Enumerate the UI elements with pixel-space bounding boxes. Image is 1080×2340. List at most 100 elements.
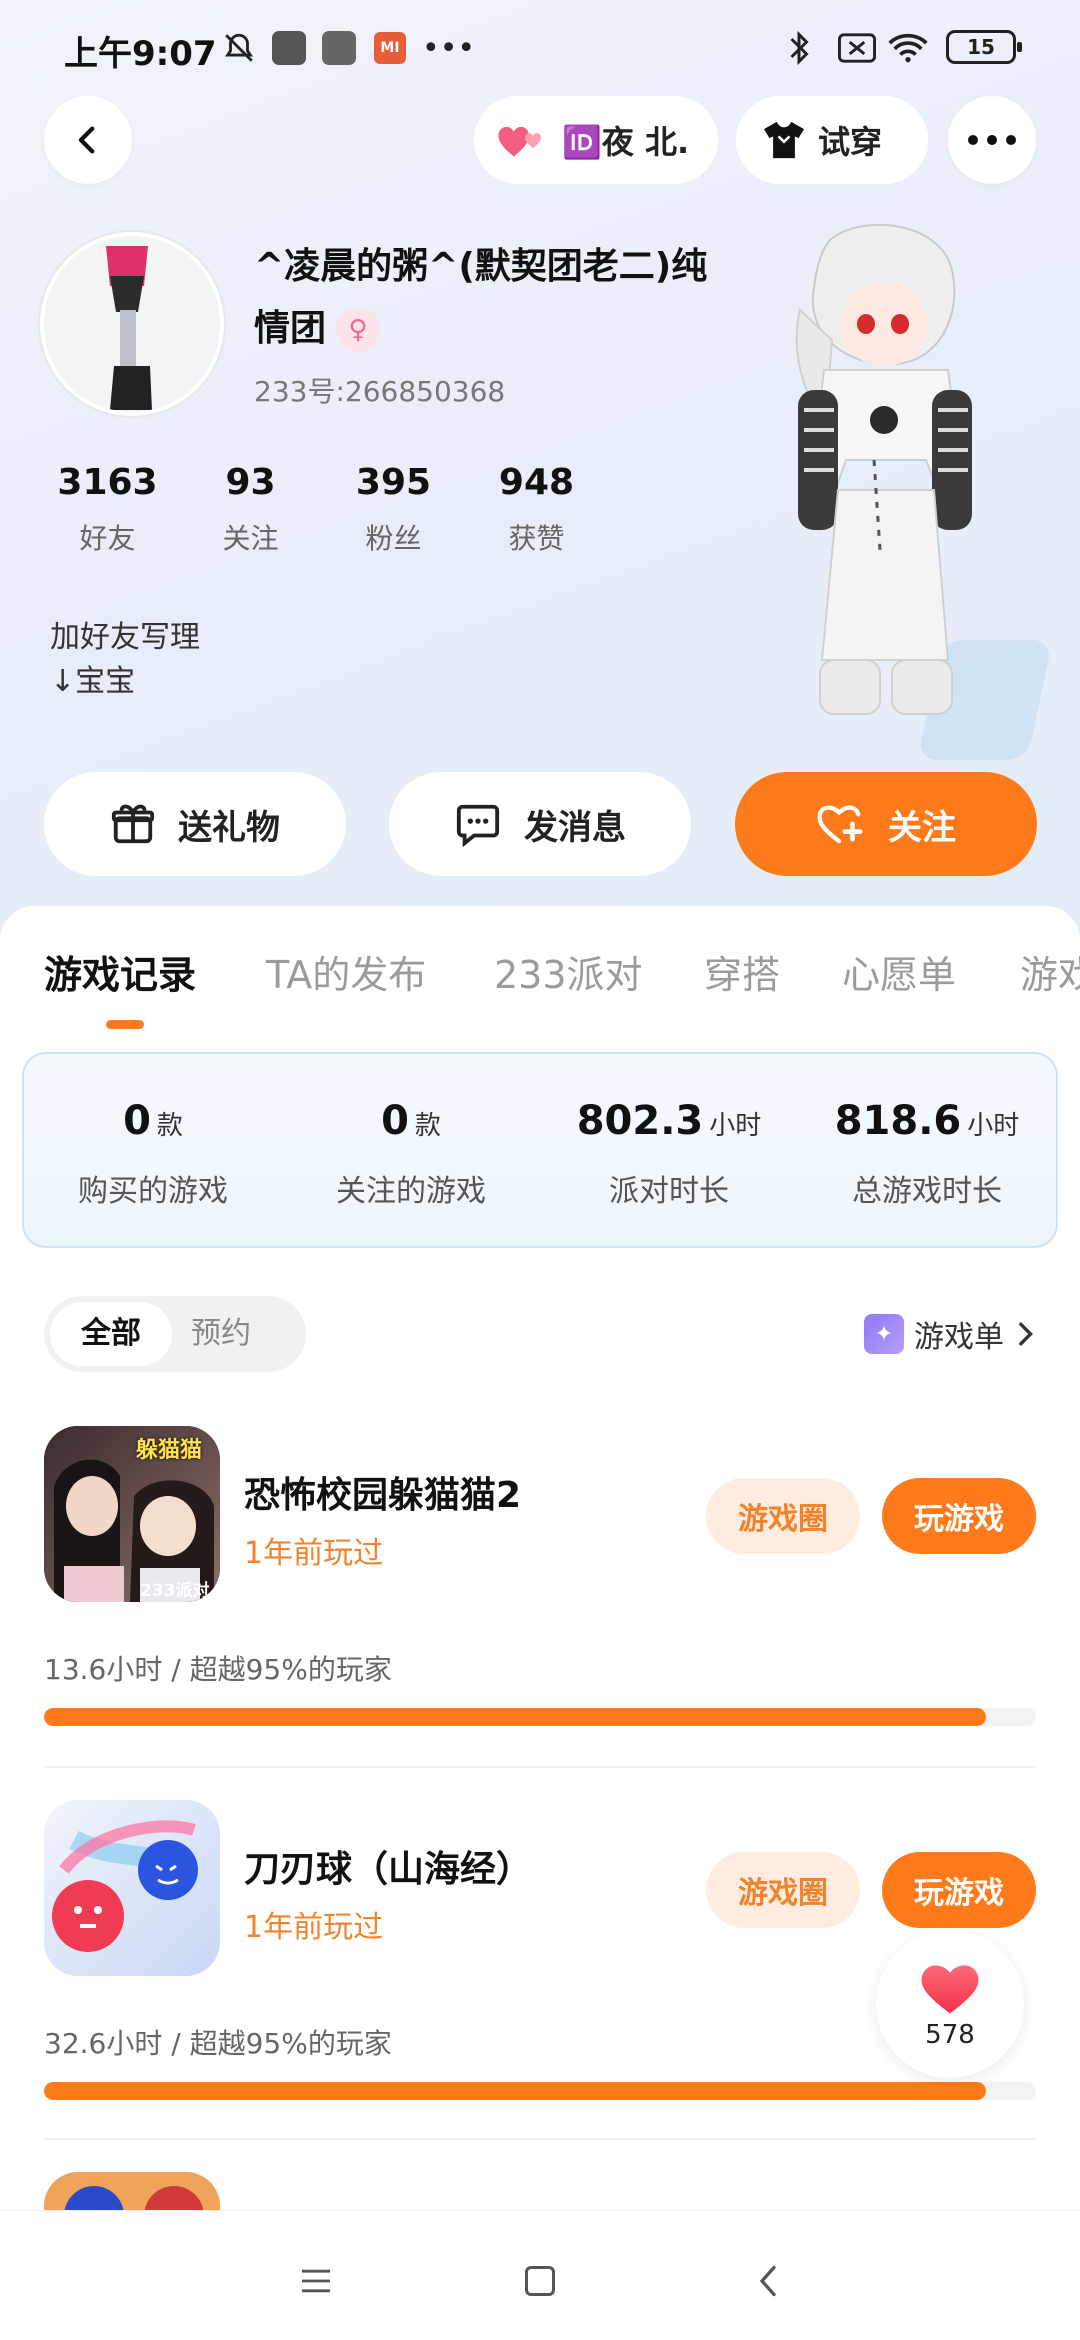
summary-label: 派对时长 xyxy=(609,1174,729,1209)
summary-unit: 小时 xyxy=(967,1111,1020,1141)
tab-games[interactable]: 游戏 xyxy=(1020,944,1080,999)
game-playtime-stat: 32.6小时 / 超越95%的玩家 xyxy=(44,2027,392,2060)
profile-nickname-block: ^凌晨的粥^(默契团老二)纯情团 ♀ xyxy=(254,236,734,360)
follow-label: 关注 xyxy=(888,807,956,848)
active-tab-indicator xyxy=(106,1020,144,1029)
progress-fill xyxy=(44,1708,987,1726)
stat-value: 3163 xyxy=(57,462,158,503)
gift-icon xyxy=(111,804,155,844)
female-gender-icon: ♀ xyxy=(336,308,381,352)
profile-uid: 233号:266850368 xyxy=(254,375,506,408)
stat-label: 好友 xyxy=(79,522,136,555)
avatar[interactable] xyxy=(40,232,224,416)
home-square-icon xyxy=(525,2266,555,2296)
play-game-button[interactable]: 玩游戏 xyxy=(882,1852,1036,1928)
battery-indicator: 15 xyxy=(946,30,1022,64)
profile-tabs: 游戏记录 TA的发布 233派对 穿搭 心愿单 游戏 xyxy=(0,944,1080,1024)
progress-fill xyxy=(44,2082,987,2100)
summary-label: 关注的游戏 xyxy=(336,1174,486,1209)
game-circle-button[interactable]: 游戏圈 xyxy=(706,1478,860,1554)
game-icon-sub: 233派对 xyxy=(140,1581,210,1601)
avatar-image xyxy=(44,236,220,412)
summary-followed-games: 0款 关注的游戏 xyxy=(282,1054,540,1246)
friend-tag-label: 🆔夜 北. xyxy=(562,123,690,161)
avatar-3d-figure[interactable] xyxy=(760,220,1000,740)
game-summary-card: 0款 购买的游戏 0款 关注的游戏 802.3 小时 派对时长 818.6 小时 总… xyxy=(22,1052,1058,1248)
summary-total-hours: 818.6 小时 总游戏时长 xyxy=(798,1054,1056,1246)
play-game-button[interactable]: 玩游戏 xyxy=(882,1478,1036,1554)
summary-label: 总游戏时长 xyxy=(852,1174,1002,1209)
summary-value: 818.6 xyxy=(834,1098,962,1144)
more-dots-icon xyxy=(968,135,1016,145)
tshirt-icon xyxy=(764,121,804,159)
bluetooth-icon xyxy=(786,30,812,66)
summary-purchased-games: 0款 购买的游戏 xyxy=(24,1054,282,1246)
heart-plus-icon xyxy=(817,805,863,844)
summary-value: 802.3 xyxy=(576,1098,704,1144)
game-name[interactable]: 恐怖校园躲猫猫2 xyxy=(244,1466,521,1518)
game-name[interactable]: 刀刃球（山海经） xyxy=(244,1840,532,1892)
friend-tag-pill[interactable]: 🆔夜 北. xyxy=(474,96,718,184)
list-divider xyxy=(44,1766,1036,1768)
tab-outfits[interactable]: 穿搭 xyxy=(704,944,780,999)
summary-value: 0 xyxy=(381,1098,409,1144)
game-icon[interactable]: 躲猫猫 233派对 xyxy=(44,1426,220,1602)
stat-followers[interactable]: 395 粉丝 xyxy=(322,462,465,557)
profile-stats: 3163 好友 93 关注 395 粉丝 948 获赞 xyxy=(36,462,608,557)
status-time: 上午9:07 xyxy=(64,34,217,74)
system-back-button[interactable] xyxy=(738,2251,798,2311)
recent-apps-button[interactable] xyxy=(286,2251,346,2311)
follow-button[interactable]: 关注 xyxy=(735,772,1037,876)
game-list-link[interactable]: ✦ 游戏单 xyxy=(864,1312,1036,1356)
filter-reserved[interactable]: 预约 xyxy=(160,1302,282,1366)
sim-card-icon xyxy=(838,30,876,66)
chat-bubble-icon xyxy=(456,804,500,847)
try-on-button[interactable]: 试穿 xyxy=(736,96,928,184)
stat-likes[interactable]: 948 获赞 xyxy=(465,462,608,557)
wifi-icon xyxy=(888,30,928,66)
mi-store-icon xyxy=(322,30,356,66)
floating-like-button[interactable]: 578 xyxy=(876,1930,1024,2078)
stat-friends[interactable]: 3163 好友 xyxy=(36,462,179,557)
tab-game-records[interactable]: 游戏记录 xyxy=(44,944,196,999)
menu-lines-icon xyxy=(302,2269,330,2293)
game-item: 躲猫猫 233派对 恐怖校园躲猫猫2 1年前玩过 游戏圈 玩游戏 13.6小时 … xyxy=(0,1426,1080,1786)
mi-app-icon: MI xyxy=(374,30,406,66)
tab-wishlist[interactable]: 心愿单 xyxy=(842,944,956,999)
chevron-left-icon xyxy=(78,126,95,154)
game-last-played: 1年前玩过 xyxy=(244,1910,384,1945)
tab-233-party[interactable]: 233派对 xyxy=(494,944,643,999)
tab-posts[interactable]: TA的发布 xyxy=(266,944,426,999)
back-button[interactable] xyxy=(44,96,132,184)
send-gift-button[interactable]: 送礼物 xyxy=(44,772,346,876)
back-triangle-icon xyxy=(759,2265,776,2297)
hearts-icon xyxy=(498,126,541,157)
system-navigation-bar xyxy=(0,2210,1080,2340)
summary-party-hours: 802.3 小时 派对时长 xyxy=(540,1054,798,1246)
stat-value: 93 xyxy=(225,462,276,503)
like-count: 578 xyxy=(925,2020,975,2050)
game-icon[interactable] xyxy=(44,1800,220,1976)
game-playtime-stat: 13.6小时 / 超越95%的玩家 xyxy=(44,1653,392,1686)
summary-unit: 小时 xyxy=(709,1111,762,1141)
game-circle-button[interactable]: 游戏圈 xyxy=(706,1852,860,1928)
status-bar: 上午9:07 MI ••• 15 xyxy=(0,0,1080,96)
stat-following[interactable]: 93 关注 xyxy=(179,462,322,557)
game-last-played: 1年前玩过 xyxy=(244,1536,384,1571)
playtime-progress-bar xyxy=(44,1708,1036,1726)
send-message-button[interactable]: 发消息 xyxy=(389,772,691,876)
sparkle-icon: ✦ xyxy=(864,1314,904,1354)
summary-unit: 款 xyxy=(156,1111,183,1141)
more-options-button[interactable] xyxy=(948,96,1036,184)
app-notification-icon xyxy=(272,30,306,66)
stat-label: 获赞 xyxy=(508,522,565,555)
list-divider xyxy=(44,2138,1036,2140)
profile-bio: 加好友写理 ↓宝宝 xyxy=(50,620,200,699)
try-on-label: 试穿 xyxy=(818,123,883,161)
game-list-label: 游戏单 xyxy=(914,1320,1004,1355)
more-notifications-icon: ••• xyxy=(422,30,476,66)
summary-value: 0 xyxy=(123,1098,151,1144)
stat-value: 395 xyxy=(355,462,432,503)
home-button[interactable] xyxy=(510,2251,570,2311)
filter-all[interactable]: 全部 xyxy=(50,1302,172,1366)
